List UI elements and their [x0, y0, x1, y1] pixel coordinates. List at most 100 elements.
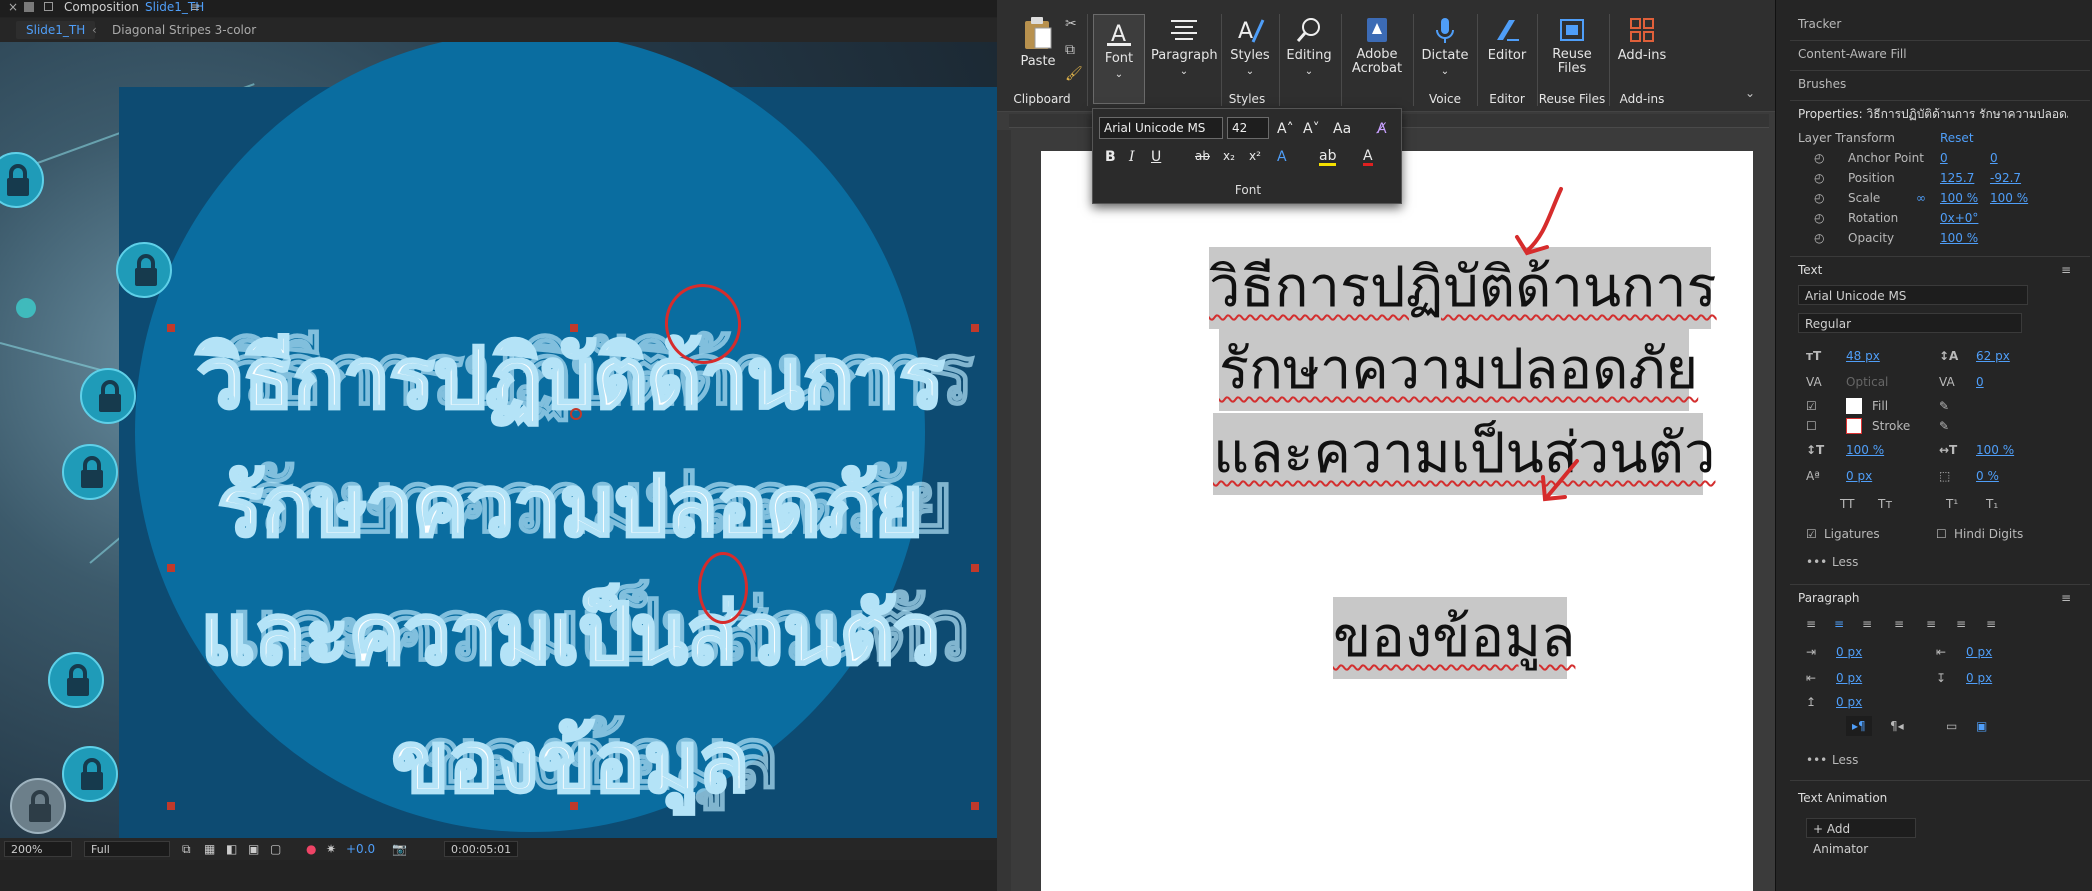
document-page[interactable]: วิธีการปฏิบัติด้านการ รักษาความปลอดภัย แ…: [1041, 151, 1753, 891]
highlight-icon[interactable]: ab: [1319, 149, 1337, 166]
transform-handle[interactable]: [167, 324, 175, 332]
anchor-x[interactable]: 0: [1940, 148, 1948, 168]
superscript-button[interactable]: T¹: [1946, 494, 1958, 514]
composer-icon[interactable]: ▭: [1946, 716, 1957, 736]
doc-line-2[interactable]: รักษาความปลอดภัย: [1219, 329, 1698, 411]
horizontal-scale-value[interactable]: 100 %: [1976, 440, 2014, 460]
more-options-icon[interactable]: •••: [1806, 750, 1827, 770]
position-x[interactable]: 125.7: [1940, 168, 1974, 188]
justify-center-icon[interactable]: ≡: [1926, 614, 1936, 634]
transform-handle[interactable]: [971, 564, 979, 572]
exposure-icon[interactable]: ✷: [326, 838, 336, 860]
font-flyout[interactable]: Arial Unicode MS 42 A˄ A˅ Aa A̸ B I U ab…: [1092, 108, 1402, 204]
ribbon-collapse-icon[interactable]: ⌄: [1745, 86, 1755, 100]
font-color-icon[interactable]: A: [1363, 149, 1373, 166]
stopwatch-icon[interactable]: ◴: [1814, 148, 1824, 168]
anchor-y[interactable]: 0: [1990, 148, 1998, 168]
content-aware-fill-tab[interactable]: Content-Aware Fill: [1798, 44, 1907, 64]
indent-right-value[interactable]: 0 px: [1836, 668, 1862, 688]
bold-icon[interactable]: B: [1105, 149, 1116, 165]
guides-icon[interactable]: ▢: [270, 838, 281, 860]
subscript-button[interactable]: T₁: [1986, 494, 1998, 514]
adobe-acrobat-button[interactable]: Adobe Acrobat: [1345, 16, 1409, 76]
zoom-dropdown[interactable]: 200%: [4, 841, 72, 857]
lock-panel-icon[interactable]: [24, 2, 34, 12]
stroke-checkbox[interactable]: ☐: [1806, 416, 1817, 436]
dictate-button[interactable]: Dictate ⌄: [1417, 16, 1473, 78]
stopwatch-icon[interactable]: ◴: [1814, 208, 1824, 228]
indent-first-value[interactable]: 0 px: [1966, 642, 1992, 662]
stopwatch-icon[interactable]: ◴: [1814, 188, 1824, 208]
align-center-icon[interactable]: ≡: [1834, 614, 1844, 634]
tracking-value[interactable]: 0: [1976, 372, 1984, 392]
vertical-scale-value[interactable]: 100 %: [1846, 440, 1884, 460]
transform-handle[interactable]: [570, 324, 578, 332]
font-style-dropdown[interactable]: Regular: [1798, 313, 2022, 333]
eyedropper-icon[interactable]: ✎: [1939, 396, 1949, 416]
transform-handle[interactable]: [167, 564, 175, 572]
add-ins-button[interactable]: Add-ins: [1613, 16, 1671, 63]
transform-handle[interactable]: [570, 802, 578, 810]
transform-handle[interactable]: [971, 324, 979, 332]
hindi-digits-checkbox[interactable]: ☐: [1936, 524, 1947, 544]
camera-icon[interactable]: 📷: [392, 838, 407, 860]
section-menu-icon[interactable]: ≡: [2061, 588, 2071, 608]
justify-right-icon[interactable]: ≡: [1956, 614, 1966, 634]
panel-menu-icon[interactable]: ≡: [190, 0, 200, 15]
tab-layer[interactable]: Diagonal Stripes 3-color: [112, 18, 256, 42]
scale-y[interactable]: 100 %: [1990, 188, 2028, 208]
text-effects-icon[interactable]: A: [1277, 149, 1287, 165]
cut-icon[interactable]: ✂: [1065, 16, 1077, 32]
space-before-value[interactable]: 0 px: [1966, 668, 1992, 688]
leading-value[interactable]: 62 px: [1976, 346, 2010, 366]
kerning-value[interactable]: Optical: [1846, 372, 1888, 392]
transform-handle[interactable]: [971, 802, 979, 810]
stopwatch-icon[interactable]: ◴: [1814, 168, 1824, 188]
eyedropper-icon[interactable]: ✎: [1939, 416, 1949, 436]
clear-formatting-icon[interactable]: A̸: [1377, 121, 1387, 137]
add-animator-button[interactable]: + Add Animator: [1806, 818, 1916, 856]
underline-icon[interactable]: U: [1151, 149, 1161, 165]
change-case-icon[interactable]: Aa: [1333, 121, 1351, 137]
grow-font-icon[interactable]: A˄: [1277, 121, 1294, 137]
less-button[interactable]: Less: [1832, 552, 1858, 572]
font-size-value[interactable]: 48 px: [1846, 346, 1880, 366]
tsume-value[interactable]: 0 %: [1976, 466, 1999, 486]
all-caps-button[interactable]: TT: [1840, 494, 1854, 514]
shrink-font-icon[interactable]: A˅: [1303, 121, 1320, 137]
channel-icon[interactable]: ●: [306, 838, 316, 860]
fill-swatch[interactable]: [1846, 398, 1862, 414]
font-button[interactable]: A Font ⌄: [1093, 14, 1145, 104]
less-button[interactable]: Less: [1832, 750, 1858, 770]
editor-button[interactable]: Editor: [1481, 16, 1533, 63]
justify-all-icon[interactable]: ≡: [1986, 614, 1996, 634]
align-right-icon[interactable]: ≡: [1862, 614, 1872, 634]
tracker-panel-tab[interactable]: Tracker: [1798, 14, 1841, 34]
composition-viewer[interactable]: วิธีการปฏิบัติด้านการ รักษาความปลอดภัย แ…: [0, 42, 997, 842]
reuse-files-button[interactable]: Reuse Files: [1539, 16, 1605, 76]
font-size-select[interactable]: 42: [1227, 117, 1269, 139]
rotation-value[interactable]: 0x+0°: [1940, 208, 1978, 228]
doc-line-1[interactable]: วิธีการปฏิบัติด้านการ: [1209, 247, 1717, 329]
paste-button[interactable]: Paste: [1019, 16, 1057, 69]
doc-line-4[interactable]: ของข้อมูล: [1333, 597, 1575, 679]
transform-handle[interactable]: [167, 802, 175, 810]
text-layer-line-2[interactable]: รักษาความปลอดภัย: [150, 459, 990, 554]
format-painter-icon[interactable]: 🖌: [1065, 66, 1083, 82]
reset-link[interactable]: Reset: [1940, 128, 1974, 148]
text-layer-line-4[interactable]: ของข้อมูล: [150, 715, 990, 810]
styles-button[interactable]: A Styles ⌄: [1225, 16, 1275, 78]
composer-alt-icon[interactable]: ▣: [1976, 716, 1987, 736]
rtl-direction-button[interactable]: ¶◂: [1884, 716, 1910, 736]
tab-comp[interactable]: Slide1_TH: [16, 21, 96, 39]
transparency-grid-icon[interactable]: ▦: [204, 838, 215, 860]
more-options-icon[interactable]: •••: [1806, 552, 1827, 572]
paragraph-button[interactable]: Paragraph ⌄: [1151, 16, 1218, 78]
space-after-value[interactable]: 0 px: [1836, 692, 1862, 712]
mask-icon[interactable]: ◧: [226, 838, 237, 860]
font-name-select[interactable]: Arial Unicode MS: [1099, 117, 1223, 139]
italic-icon[interactable]: I: [1129, 149, 1135, 165]
editing-button[interactable]: Editing ⌄: [1281, 16, 1337, 78]
fill-checkbox[interactable]: ☑: [1806, 396, 1817, 416]
strikethrough-icon[interactable]: ab: [1195, 149, 1210, 163]
